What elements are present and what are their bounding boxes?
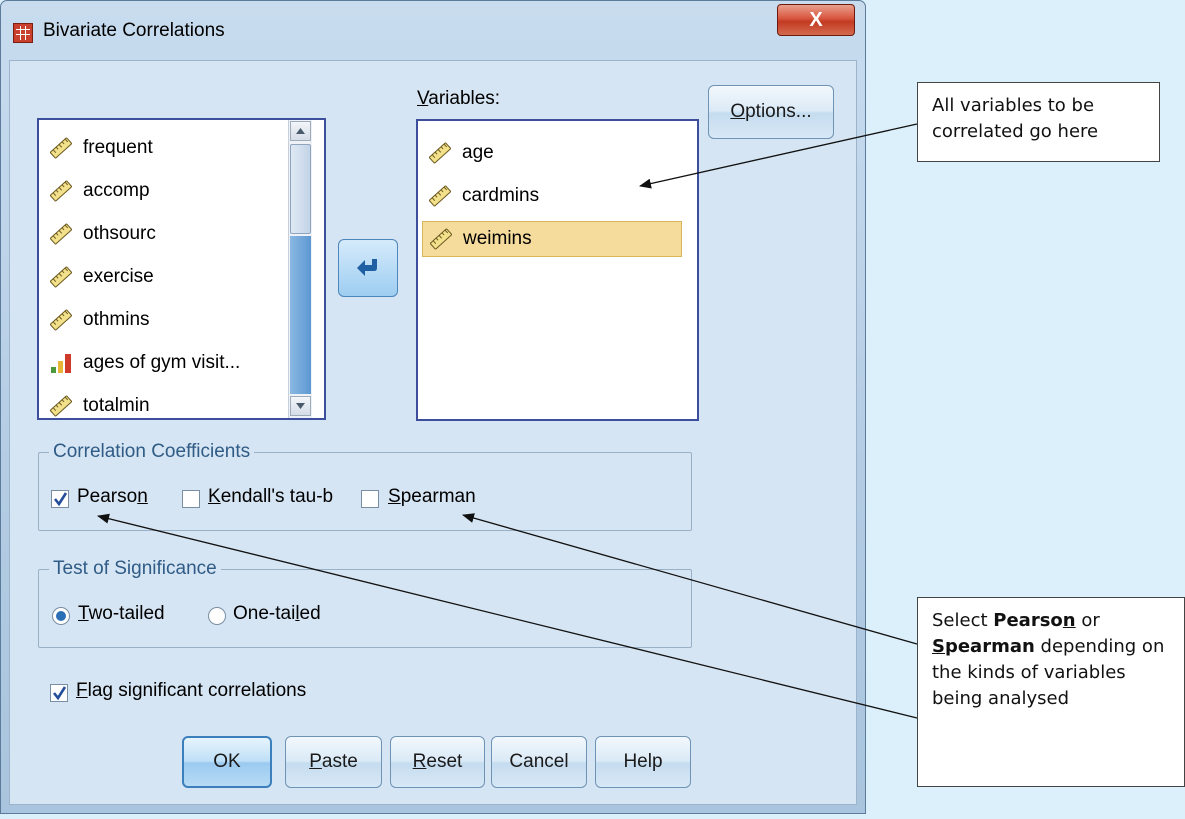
scale-ruler-icon bbox=[50, 180, 72, 202]
scroll-track[interactable] bbox=[290, 236, 311, 394]
flag-significant-checkbox[interactable] bbox=[50, 684, 68, 702]
variable-name: othmins bbox=[83, 309, 150, 330]
options-button[interactable]: Options... bbox=[708, 85, 834, 139]
variable-name: weimins bbox=[463, 228, 532, 249]
coefficient-selection-callout: Select Pearson or Spearman depending on … bbox=[917, 597, 1185, 787]
list-item[interactable]: othmins bbox=[49, 302, 287, 338]
pearson-label[interactable]: Pearson bbox=[77, 486, 148, 508]
dialog-window: Bivariate Correlations X frequent accomp o… bbox=[0, 0, 866, 814]
paste-button[interactable]: Paste bbox=[285, 736, 382, 788]
pearson-checkbox[interactable] bbox=[51, 490, 69, 508]
kendall-label[interactable]: Kendall's tau-b bbox=[208, 486, 333, 508]
chevron-up-icon bbox=[296, 128, 305, 134]
two-tailed-label[interactable]: Two-tailed bbox=[78, 603, 165, 625]
scroll-thumb[interactable] bbox=[290, 144, 311, 234]
list-item[interactable]: frequent bbox=[49, 130, 287, 166]
ok-button[interactable]: OK bbox=[182, 736, 272, 788]
variable-name: frequent bbox=[83, 137, 153, 158]
variable-name: totalmin bbox=[83, 395, 150, 416]
list-item[interactable]: accomp bbox=[49, 173, 287, 209]
variable-name: exercise bbox=[83, 266, 154, 287]
scale-ruler-icon bbox=[430, 228, 452, 250]
chevron-down-icon bbox=[296, 403, 305, 409]
close-button[interactable]: X bbox=[777, 4, 855, 36]
list-item[interactable]: age bbox=[422, 135, 682, 171]
two-tailed-radio[interactable] bbox=[52, 607, 70, 625]
test-of-significance-title: Test of Significance bbox=[49, 558, 221, 580]
correlation-coefficients-title: Correlation Coefficients bbox=[49, 441, 255, 463]
one-tailed-label[interactable]: One-tailed bbox=[233, 603, 321, 625]
variable-name: age bbox=[462, 142, 494, 163]
source-variable-list[interactable]: frequent accomp othsourc exercise othmins age… bbox=[37, 118, 326, 420]
scale-ruler-icon bbox=[50, 137, 72, 159]
test-of-significance-group: Test of Significance Two-tailed One-tail… bbox=[38, 558, 692, 648]
cancel-button[interactable]: Cancel bbox=[491, 736, 587, 788]
list-item[interactable]: totalmin bbox=[49, 388, 287, 424]
list-item[interactable]: ages of gym visit... bbox=[49, 345, 287, 381]
options-button-label: Options... bbox=[730, 101, 812, 122]
spss-app-icon bbox=[13, 23, 33, 43]
radio-selected-dot bbox=[56, 611, 66, 621]
variables-label: Variables: bbox=[417, 88, 501, 109]
scroll-down-button[interactable] bbox=[290, 396, 311, 416]
spearman-checkbox[interactable] bbox=[361, 490, 379, 508]
checkmark-icon bbox=[53, 492, 68, 507]
spearman-label[interactable]: Spearman bbox=[388, 486, 476, 508]
title-bar[interactable]: Bivariate Correlations X bbox=[1, 1, 865, 61]
list-item[interactable]: exercise bbox=[49, 259, 287, 295]
target-variables-list[interactable]: age cardmins weimins bbox=[416, 119, 699, 421]
scroll-up-button[interactable] bbox=[290, 121, 311, 141]
list-item[interactable]: cardmins bbox=[422, 178, 682, 214]
scale-ruler-icon bbox=[429, 185, 451, 207]
reset-button-label: Reset bbox=[412, 751, 463, 772]
dialog-body: frequent accomp othsourc exercise othmins age… bbox=[9, 60, 857, 805]
close-icon: X bbox=[809, 9, 823, 31]
window-title: Bivariate Correlations bbox=[43, 20, 225, 41]
ordinal-bar-icon bbox=[51, 354, 71, 373]
move-variable-button[interactable] bbox=[338, 239, 398, 297]
help-button[interactable]: Help bbox=[595, 736, 691, 788]
variable-name: othsourc bbox=[83, 223, 156, 244]
scale-ruler-icon bbox=[50, 223, 72, 245]
scale-ruler-icon bbox=[429, 142, 451, 164]
variable-name: ages of gym visit... bbox=[83, 352, 241, 373]
paste-button-label: Paste bbox=[309, 751, 358, 772]
checkmark-icon bbox=[52, 686, 67, 701]
scale-ruler-icon bbox=[50, 309, 72, 331]
arrow-left-icon bbox=[357, 259, 377, 276]
correlation-coefficients-group: Correlation Coefficients Pearson Kendall… bbox=[38, 441, 692, 531]
variables-callout: All variables to be correlated go here bbox=[917, 82, 1160, 162]
variable-name: accomp bbox=[83, 180, 150, 201]
reset-button[interactable]: Reset bbox=[390, 736, 485, 788]
list-item[interactable]: weimins bbox=[422, 221, 682, 257]
list-item[interactable]: othsourc bbox=[49, 216, 287, 252]
source-list-scrollbar[interactable] bbox=[288, 120, 312, 418]
one-tailed-radio[interactable] bbox=[208, 607, 226, 625]
flag-significant-label[interactable]: Flag significant correlations bbox=[76, 680, 306, 702]
scale-ruler-icon bbox=[50, 395, 72, 417]
kendall-checkbox[interactable] bbox=[182, 490, 200, 508]
scale-ruler-icon bbox=[50, 266, 72, 288]
variable-name: cardmins bbox=[462, 185, 540, 206]
